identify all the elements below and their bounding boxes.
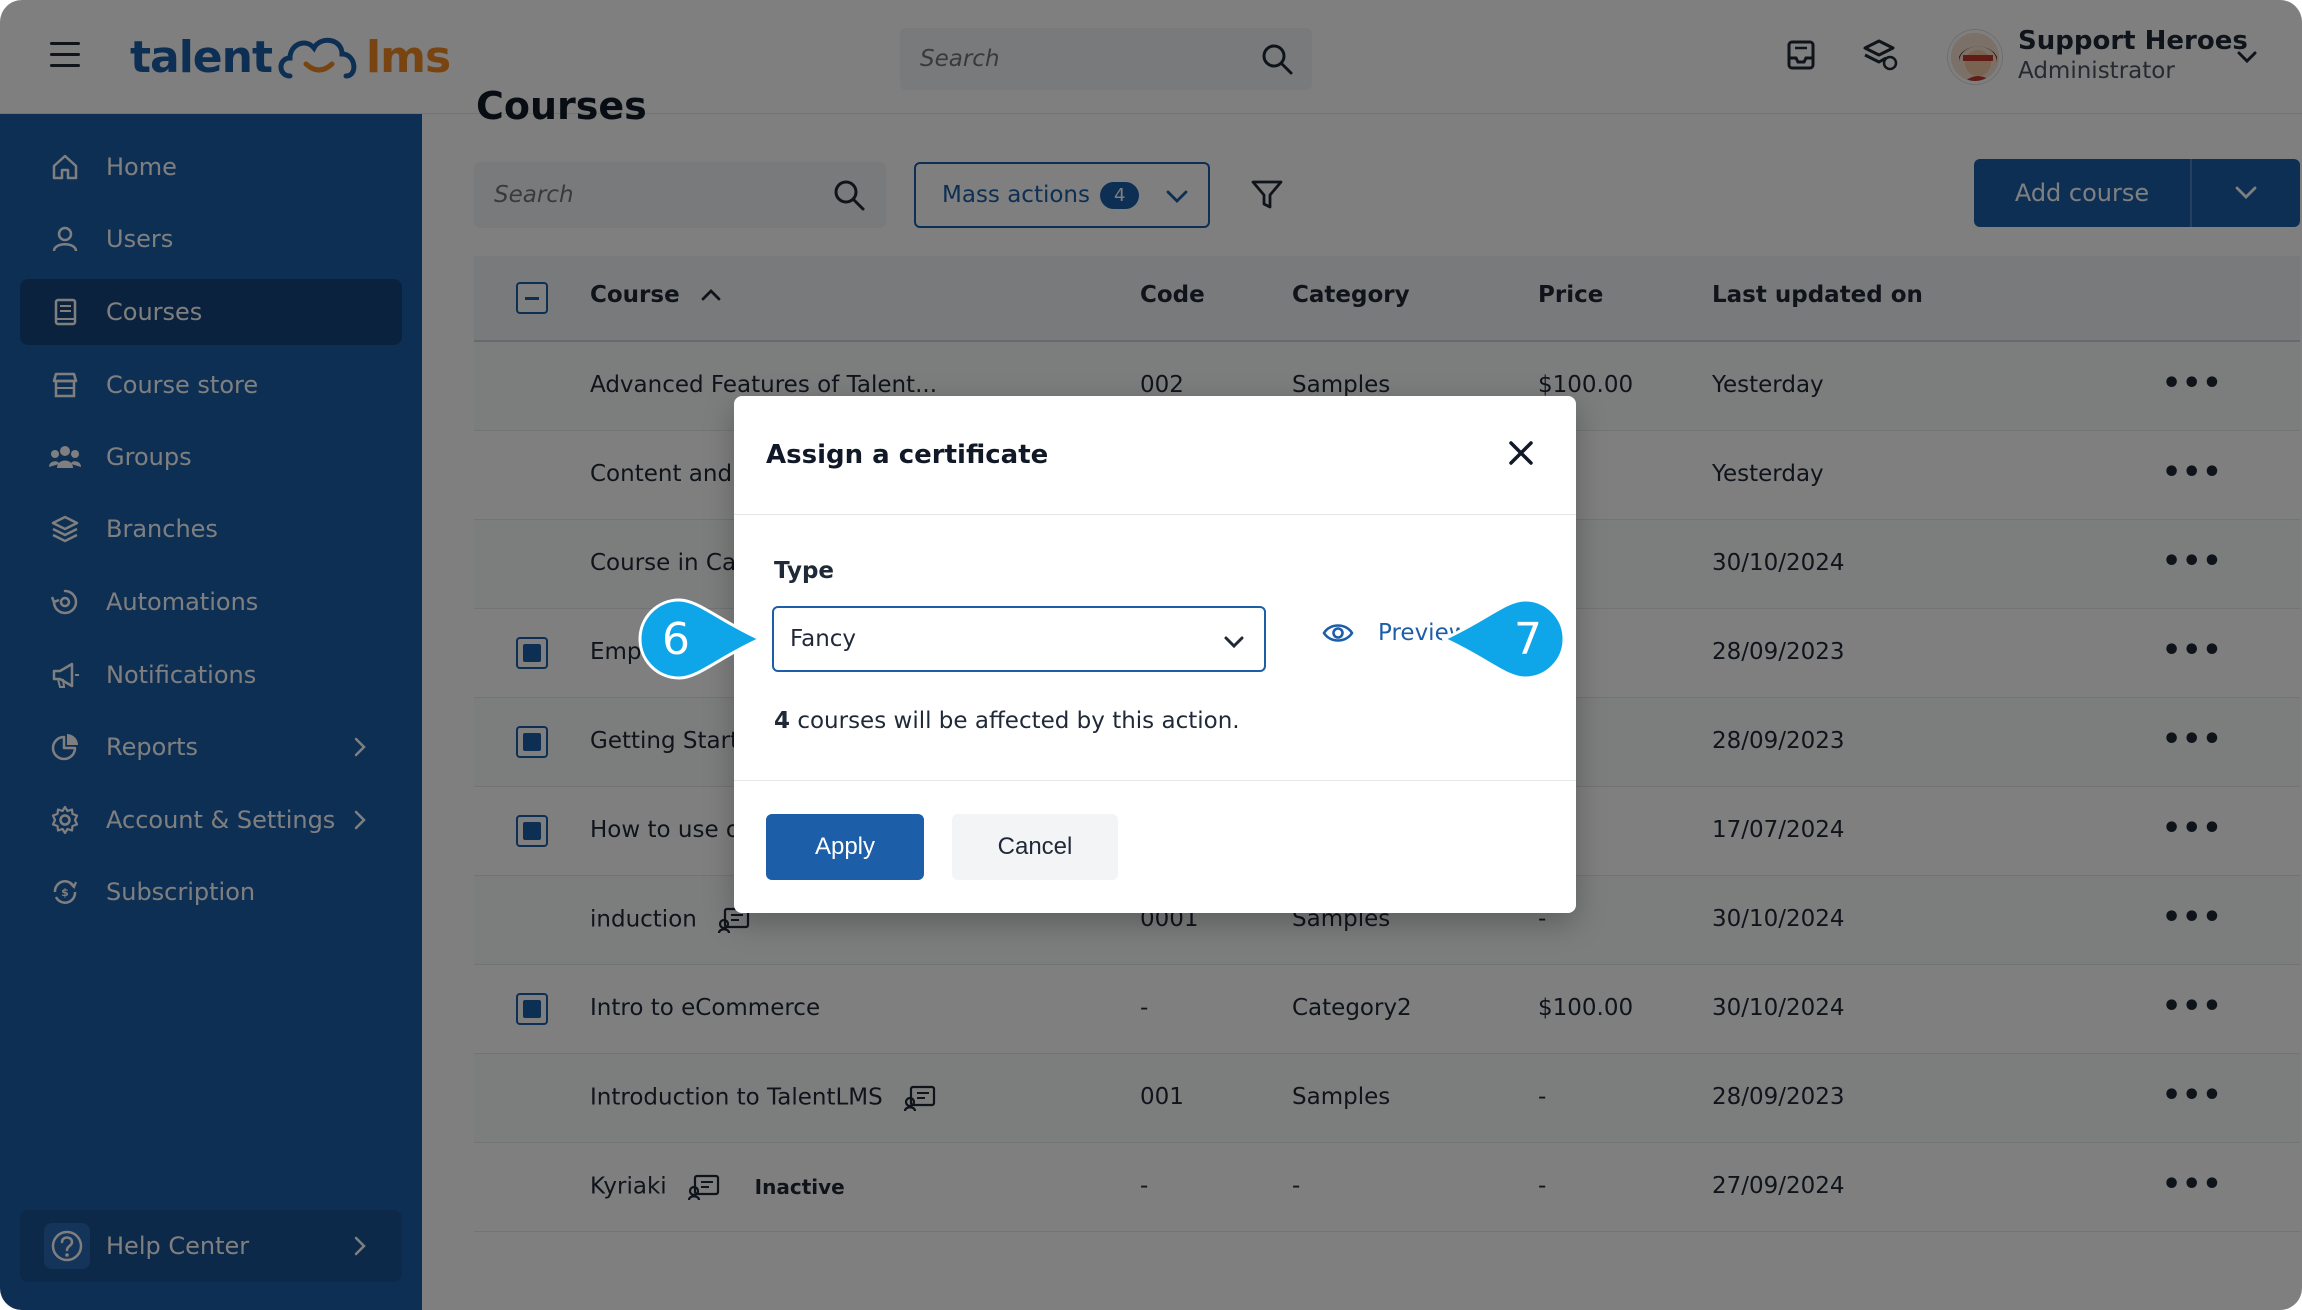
affected-message: 4 courses will be affected by this actio… [774,708,1240,734]
close-icon[interactable] [1506,438,1536,468]
app-window: talent lms [0,0,2302,1310]
chevron-down-icon [1224,636,1244,649]
affected-count: 4 [774,708,791,734]
step-number: 7 [1514,614,1542,665]
step-callout-7: 7 [1442,598,1566,680]
dialog-title: Assign a certificate [766,440,1049,470]
cancel-button[interactable]: Cancel [952,814,1118,880]
step-number: 6 [662,614,690,665]
type-label: Type [774,558,835,584]
divider [734,780,1576,781]
eye-icon [1322,624,1354,642]
selected-type: Fancy [790,626,857,652]
step-callout-6: 6 [638,598,762,680]
certificate-type-select[interactable]: Fancy [772,606,1266,672]
preview-link[interactable]: Preview [1288,620,1468,646]
affected-text: courses will be affected by this action. [797,708,1240,734]
divider [734,514,1576,515]
apply-button[interactable]: Apply [766,814,924,880]
